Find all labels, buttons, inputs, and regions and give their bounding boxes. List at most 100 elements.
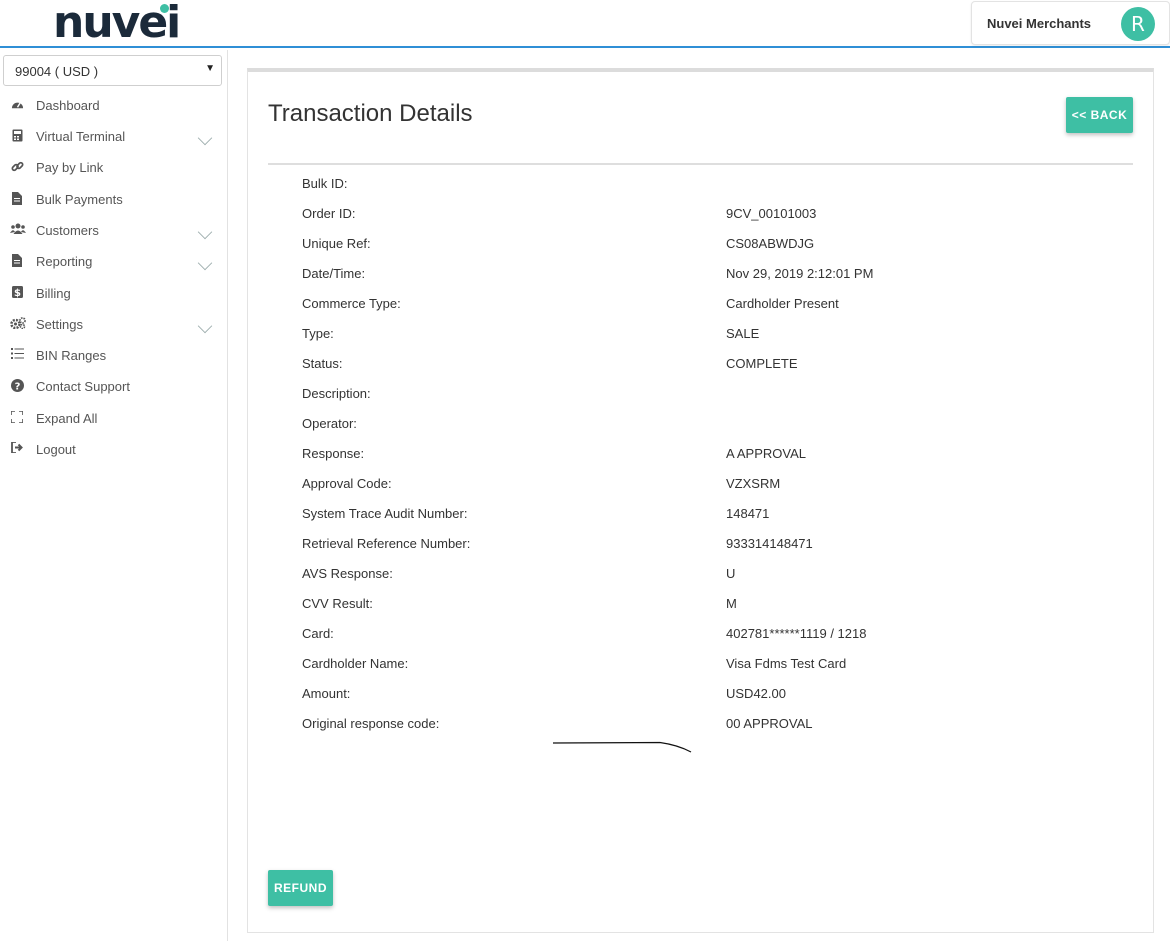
sidebar-item-label: Logout bbox=[36, 442, 76, 457]
detail-value: Visa Fdms Test Card bbox=[726, 656, 847, 671]
sidebar-item-billing[interactable]: $ Billing bbox=[0, 278, 228, 309]
sidebar-item-expand-all[interactable]: Expand All bbox=[0, 403, 228, 434]
detail-value: SALE bbox=[726, 326, 760, 341]
detail-row: System Trace Audit Number: 148471 bbox=[302, 506, 1102, 526]
detail-value: Cardholder Present bbox=[726, 296, 839, 311]
sidebar-item-pay-by-link[interactable]: Pay by Link bbox=[0, 152, 228, 183]
detail-label: AVS Response: bbox=[302, 566, 393, 581]
top-header: nuvei Nuvei Merchants R bbox=[0, 0, 1170, 48]
detail-label: Bulk ID: bbox=[302, 176, 348, 191]
sidebar-item-label: Billing bbox=[36, 286, 71, 301]
account-select-value: 99004 ( USD ) bbox=[15, 64, 99, 79]
list-icon bbox=[10, 348, 24, 362]
chevron-down-icon[interactable] bbox=[197, 318, 213, 334]
sidebar-item-virtual-terminal[interactable]: Virtual Terminal bbox=[0, 121, 228, 152]
detail-label: Commerce Type: bbox=[302, 296, 401, 311]
detail-row: Amount: USD42.00 bbox=[302, 686, 1102, 706]
detail-label: Response: bbox=[302, 446, 365, 461]
detail-value: COMPLETE bbox=[726, 356, 798, 371]
sidebar-item-bulk-payments[interactable]: Bulk Payments bbox=[0, 184, 228, 215]
divider bbox=[268, 163, 1133, 165]
sidebar-item-label: Settings bbox=[36, 317, 83, 332]
detail-row: CVV Result: M bbox=[302, 596, 1102, 616]
detail-label: CVV Result: bbox=[302, 596, 373, 611]
detail-row: Retrieval Reference Number: 933314148471 bbox=[302, 536, 1102, 556]
avatar: R bbox=[1121, 7, 1155, 41]
detail-row: Card: 402781******1119 / 1218 bbox=[302, 626, 1102, 646]
detail-value: USD42.00 bbox=[726, 686, 786, 701]
sidebar-item-reporting[interactable]: Reporting bbox=[0, 246, 228, 277]
detail-label: Type: bbox=[302, 326, 334, 341]
sidebar-item-label: Dashboard bbox=[36, 98, 100, 113]
detail-row: Type: SALE bbox=[302, 326, 1102, 346]
sidebar-item-label: Contact Support bbox=[36, 379, 130, 394]
sidebar-item-customers[interactable]: Customers bbox=[0, 215, 228, 246]
expand-icon bbox=[10, 410, 24, 425]
sidebar-item-label: Expand All bbox=[36, 411, 98, 426]
detail-row: Commerce Type: Cardholder Present bbox=[302, 296, 1102, 316]
detail-label: Order ID: bbox=[302, 206, 356, 221]
pen-stroke-mark bbox=[552, 741, 692, 753]
back-button[interactable]: << BACK bbox=[1066, 97, 1133, 133]
page-title: Transaction Details bbox=[268, 100, 473, 127]
dashboard-icon bbox=[10, 98, 24, 112]
sidebar-item-label: Pay by Link bbox=[36, 160, 104, 175]
link-icon bbox=[10, 160, 24, 174]
sidebar-item-contact-support[interactable]: ? Contact Support bbox=[0, 371, 228, 402]
detail-value: A APPROVAL bbox=[726, 446, 806, 461]
detail-value: M bbox=[726, 596, 737, 611]
chevron-down-icon[interactable] bbox=[197, 224, 213, 240]
detail-row: Order ID: 9CV_00101003 bbox=[302, 206, 1102, 226]
detail-label: Retrieval Reference Number: bbox=[302, 536, 471, 551]
detail-value: U bbox=[726, 566, 736, 581]
chevron-down-icon[interactable] bbox=[197, 255, 213, 271]
detail-value: 148471 bbox=[726, 506, 770, 521]
detail-row: Operator: bbox=[302, 416, 1102, 436]
sidebar-item-label: Reporting bbox=[36, 254, 93, 269]
detail-row: Unique Ref: CS08ABWDJG bbox=[302, 236, 1102, 256]
sidebar-item-label: Virtual Terminal bbox=[36, 129, 126, 144]
detail-label: Status: bbox=[302, 356, 343, 371]
detail-value: 933314148471 bbox=[726, 536, 813, 551]
refund-button[interactable]: REFUND bbox=[268, 870, 333, 906]
report-icon bbox=[10, 254, 24, 268]
detail-label: System Trace Audit Number: bbox=[302, 506, 468, 521]
sidebar-item-bin-ranges[interactable]: BIN Ranges bbox=[0, 340, 228, 371]
detail-row: Bulk ID: bbox=[302, 176, 1102, 196]
sidebar-item-settings[interactable]: Settings bbox=[0, 309, 228, 340]
logo-dot bbox=[160, 4, 169, 13]
sidebar-item-label: Bulk Payments bbox=[36, 192, 123, 207]
detail-label: Cardholder Name: bbox=[302, 656, 409, 671]
detail-label: Amount: bbox=[302, 686, 351, 701]
detail-row: AVS Response: U bbox=[302, 566, 1102, 586]
user-name: Nuvei Merchants bbox=[987, 16, 1092, 31]
detail-label: Unique Ref: bbox=[302, 236, 371, 251]
detail-label: Approval Code: bbox=[302, 476, 392, 491]
detail-row: Status: COMPLETE bbox=[302, 356, 1102, 376]
detail-label: Description: bbox=[302, 386, 371, 401]
transaction-details-panel: Transaction Details << BACK Bulk ID: Orde… bbox=[247, 68, 1154, 933]
detail-label: Date/Time: bbox=[302, 266, 366, 281]
question-icon: ? bbox=[10, 379, 24, 393]
sidebar-item-logout[interactable]: Logout bbox=[0, 434, 228, 465]
dollar-icon: $ bbox=[10, 286, 24, 300]
detail-row: Date/Time: Nov 29, 2019 2:12:01 PM bbox=[302, 266, 1102, 286]
detail-value: Nov 29, 2019 2:12:01 PM bbox=[726, 266, 874, 281]
sidebar-item-dashboard[interactable]: Dashboard bbox=[0, 90, 228, 121]
user-menu[interactable]: Nuvei Merchants R bbox=[971, 1, 1170, 45]
sidebar-item-label: BIN Ranges bbox=[36, 348, 107, 363]
detail-row: Description: bbox=[302, 386, 1102, 406]
logout-icon bbox=[10, 441, 24, 456]
sidebar: 99004 ( USD ) ▼ Dashboard Virtual Termin… bbox=[0, 50, 228, 941]
detail-row: Original response code: 00 APPROVAL bbox=[302, 716, 1102, 736]
detail-row: Approval Code: VZXSRM bbox=[302, 476, 1102, 496]
calculator-icon bbox=[10, 129, 24, 143]
detail-value: 00 APPROVAL bbox=[726, 716, 813, 731]
users-icon bbox=[10, 223, 26, 237]
detail-value: CS08ABWDJG bbox=[726, 236, 815, 251]
account-select[interactable]: 99004 ( USD ) ▼ bbox=[3, 55, 222, 86]
file-icon bbox=[10, 192, 24, 206]
chevron-down-icon[interactable] bbox=[197, 130, 213, 146]
caret-down-icon: ▼ bbox=[205, 63, 215, 74]
gears-icon bbox=[10, 317, 26, 331]
